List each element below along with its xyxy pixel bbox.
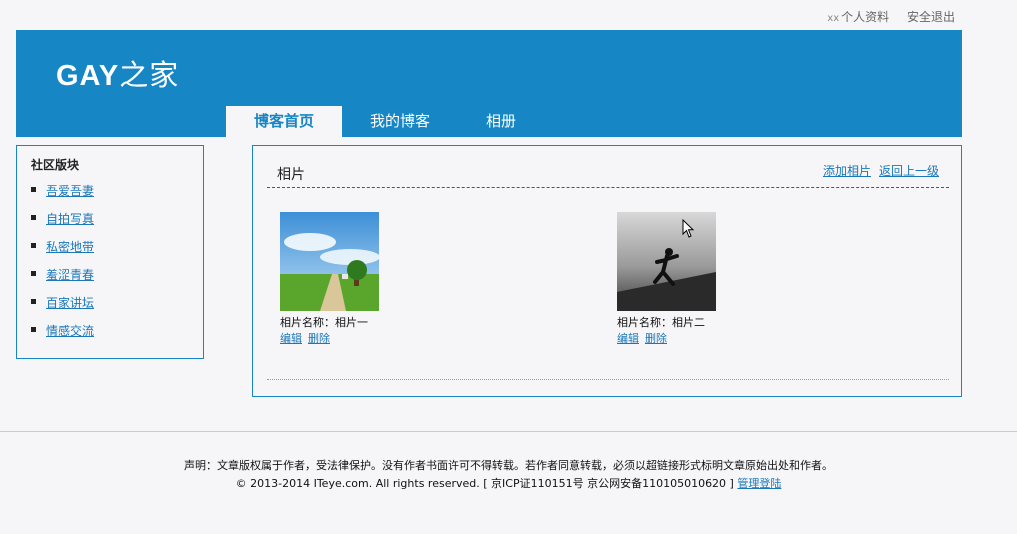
runner-photo[interactable] [617, 212, 716, 311]
tab-my-blog[interactable]: 我的博客 [342, 106, 458, 137]
delete-link[interactable]: 删除 [308, 332, 330, 345]
edit-link[interactable]: 编辑 [280, 332, 302, 345]
photo-actions: 编辑 删除 [280, 330, 400, 346]
sidebar-item: 私密地带 [31, 238, 94, 266]
sidebar-item: 情感交流 [31, 322, 94, 350]
footer-copyright-line: © 2013-2014 ITeye.com. All rights reserv… [0, 475, 1017, 493]
logo-latin: GAY [56, 60, 120, 92]
bullet-icon [31, 215, 36, 220]
title-divider [267, 187, 949, 188]
bottom-divider [267, 379, 949, 380]
photo-name: 相片名称：相片二 [617, 316, 705, 329]
user-links: xx 个人资料 安全退出 [813, 8, 955, 25]
bullet-icon [31, 299, 36, 304]
main-nav: 博客首页 我的博客 相册 [226, 106, 544, 137]
photo-panel: 相片 添加相片 返回上一级 相片名称：相片一 编辑 删除 相片名称：相片二 编辑… [252, 145, 962, 397]
edit-link[interactable]: 编辑 [617, 332, 639, 345]
username: xx [827, 13, 840, 24]
sidebar-title: 社区版块 [31, 158, 80, 172]
admin-login-link[interactable]: 管理登陆 [737, 477, 781, 490]
tab-album[interactable]: 相册 [458, 106, 544, 137]
bullet-icon [31, 271, 36, 276]
add-photo-link[interactable]: 添加相片 [823, 164, 871, 178]
bullet-icon [31, 187, 36, 192]
photo-name: 相片名称：相片一 [280, 316, 368, 329]
footer-copyright: © 2013-2014 ITeye.com. All rights reserv… [235, 477, 734, 490]
delete-link[interactable]: 删除 [645, 332, 667, 345]
back-link[interactable]: 返回上一级 [879, 164, 939, 178]
site-logo[interactable]: GAY之家 [56, 52, 179, 94]
panel-title: 相片 [277, 167, 305, 183]
photo-actions: 编辑 删除 [617, 330, 737, 346]
sidebar-item: 自拍写真 [31, 210, 94, 238]
photo-card: 相片名称：相片二 编辑 删除 [617, 212, 737, 346]
site-header: GAY之家 博客首页 我的博客 相册 [16, 30, 962, 137]
sidebar-item: 百家讲坛 [31, 294, 94, 322]
sidebar-list: 吾爱吾妻 自拍写真 私密地带 羞涩青春 百家讲坛 情感交流 [31, 182, 94, 350]
sidebar-item: 羞涩青春 [31, 266, 94, 294]
sidebar-item: 吾爱吾妻 [31, 182, 94, 210]
logout-link[interactable]: 安全退出 [907, 10, 955, 24]
site-footer: 声明：文章版权属于作者，受法律保护。没有作者书面许可不得转载。若作者同意转载，必… [0, 457, 1017, 493]
profile-link[interactable]: 个人资料 [841, 10, 889, 24]
panel-actions: 添加相片 返回上一级 [815, 162, 939, 179]
sidebar-link[interactable]: 吾爱吾妻 [46, 182, 94, 199]
top-bar: xx 个人资料 安全退出 [0, 0, 1017, 30]
footer-divider [0, 431, 1017, 432]
sidebar-link[interactable]: 自拍写真 [46, 210, 94, 227]
landscape-photo[interactable] [280, 212, 379, 311]
tab-blog-home[interactable]: 博客首页 [226, 106, 343, 137]
sidebar-link[interactable]: 情感交流 [46, 322, 94, 339]
bullet-icon [31, 327, 36, 332]
community-sidebar: 社区版块 吾爱吾妻 自拍写真 私密地带 羞涩青春 百家讲坛 情感交流 [16, 145, 204, 359]
footer-notice: 声明：文章版权属于作者，受法律保护。没有作者书面许可不得转载。若作者同意转载，必… [184, 459, 833, 472]
logo-cn: 之家 [119, 60, 180, 92]
sidebar-link[interactable]: 私密地带 [46, 238, 94, 255]
sidebar-link[interactable]: 百家讲坛 [46, 294, 94, 311]
mouse-cursor-icon [682, 219, 695, 238]
sidebar-link[interactable]: 羞涩青春 [46, 266, 94, 283]
bullet-icon [31, 243, 36, 248]
photo-card: 相片名称：相片一 编辑 删除 [280, 212, 400, 346]
